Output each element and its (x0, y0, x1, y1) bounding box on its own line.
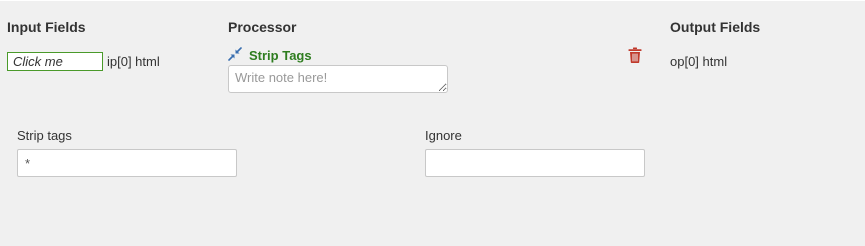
click-me-button[interactable]: Click me (7, 52, 103, 71)
input-fields-header: Input Fields (7, 19, 86, 35)
note-textarea[interactable] (228, 65, 448, 93)
trash-icon[interactable] (628, 47, 642, 63)
strip-tags-input[interactable] (17, 149, 237, 177)
top-divider (0, 0, 865, 1)
ignore-label: Ignore (425, 128, 462, 143)
output-fields-header: Output Fields (670, 19, 761, 35)
processor-header: Processor (228, 19, 297, 35)
strip-tags-label: Strip tags (17, 128, 72, 143)
compress-arrows-icon[interactable] (228, 47, 242, 61)
output-field-label: op[0] html (670, 54, 728, 69)
ignore-input[interactable] (425, 149, 645, 177)
processor-name[interactable]: Strip Tags (249, 48, 312, 63)
input-field-label: ip[0] html (107, 54, 160, 69)
